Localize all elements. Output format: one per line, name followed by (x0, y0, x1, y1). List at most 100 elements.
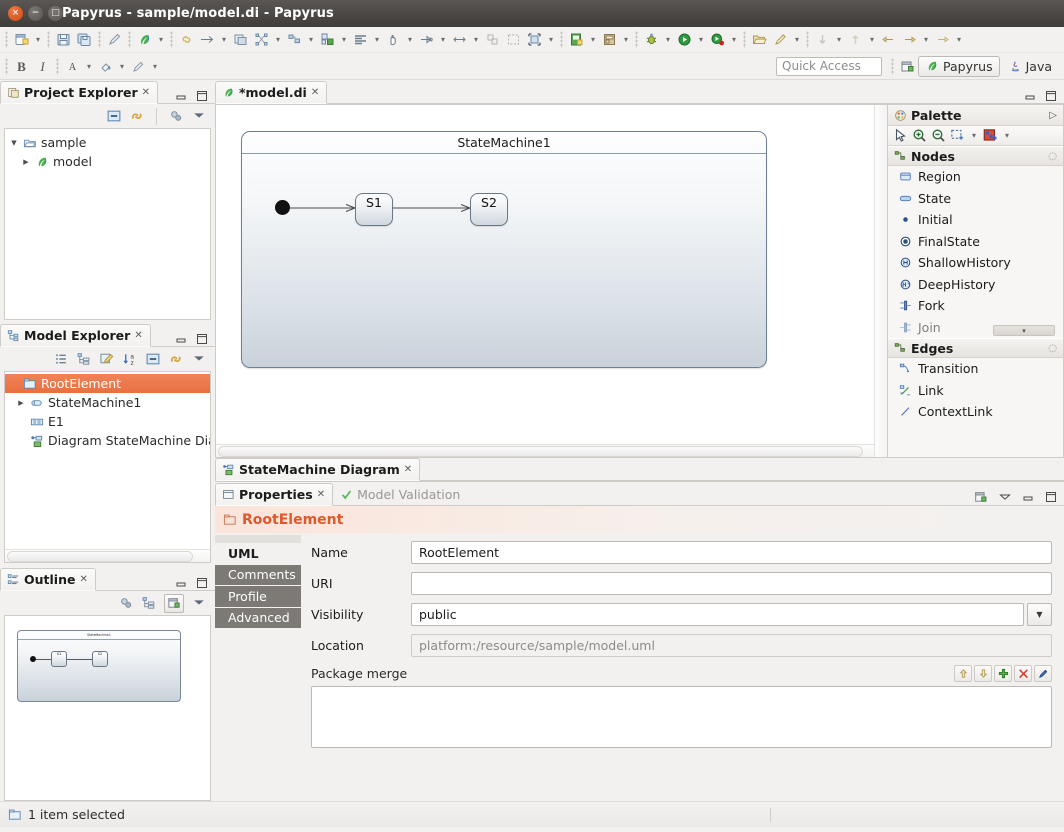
align-shapes-icon[interactable] (284, 29, 305, 50)
palette-item-contextlink[interactable]: ContextLink (888, 401, 1063, 423)
bold-icon[interactable]: B (11, 56, 32, 77)
arrange-dropdown-icon[interactable]: ▾ (272, 29, 284, 50)
maximize-icon[interactable] (196, 90, 208, 102)
uri-input[interactable] (411, 572, 1052, 595)
fit-to-window-icon[interactable] (524, 29, 545, 50)
new-dropdown-icon[interactable]: ▾ (32, 29, 44, 50)
close-icon[interactable]: ✕ (404, 464, 412, 475)
filters-icon[interactable] (168, 108, 184, 124)
align-left-dropdown-icon[interactable]: ▾ (371, 29, 383, 50)
palette-item-region[interactable]: Region (888, 166, 1063, 188)
maximize-icon[interactable] (196, 577, 208, 589)
resize-horizontal-icon[interactable] (449, 29, 470, 50)
zoom-in-tool-icon[interactable] (911, 127, 928, 144)
add-button[interactable] (994, 665, 1012, 682)
palette-item-shallowhistory[interactable]: ShallowHistory (888, 252, 1063, 274)
new-class-dropdown-icon[interactable]: ▾ (587, 29, 599, 50)
tab-statemachine-diagram[interactable]: StateMachine Diagram ✕ (215, 458, 421, 481)
tree-item-sample[interactable]: ▼ sample (5, 133, 210, 152)
minimize-window-button[interactable]: − (28, 6, 43, 21)
view-menu-icon[interactable] (191, 595, 207, 611)
palette-item-finalstate[interactable]: FinalState (888, 231, 1063, 253)
minimize-icon[interactable] (175, 333, 187, 345)
route-dropdown-icon[interactable]: ▾ (437, 29, 449, 50)
back-arrow-icon[interactable] (878, 29, 899, 50)
chevron-down-icon[interactable]: ▼ (9, 139, 19, 147)
profile-run-icon[interactable] (707, 29, 728, 50)
palette-item-deephistory[interactable]: * DeepHistory (888, 274, 1063, 296)
snap-icon[interactable] (482, 29, 503, 50)
forward-history-dropdown-icon[interactable]: ▾ (920, 29, 932, 50)
forward-arrow-icon[interactable] (932, 29, 953, 50)
tab-model-validation[interactable]: Model Validation (333, 483, 468, 506)
marquee-tool-icon[interactable] (949, 127, 966, 144)
minimize-icon[interactable] (175, 577, 187, 589)
quick-access-input[interactable]: Quick Access (776, 56, 883, 76)
edit-model-icon[interactable] (99, 351, 115, 367)
align-dropdown-icon[interactable]: ▾ (305, 29, 317, 50)
line-color-icon[interactable] (128, 56, 149, 77)
move-up-button[interactable] (954, 665, 972, 682)
maximize-window-button[interactable]: □ (48, 6, 63, 21)
arrow-dropdown-icon[interactable]: ▾ (218, 29, 230, 50)
minimize-icon[interactable] (175, 90, 187, 102)
statemachine-frame[interactable]: StateMachine1 S1 S2 (241, 131, 767, 368)
resize-dropdown-icon[interactable]: ▾ (470, 29, 482, 50)
papyrus-icon[interactable] (134, 29, 155, 50)
outline-tree-mode-icon[interactable] (141, 595, 157, 611)
zoom-out-tool-icon[interactable] (930, 127, 947, 144)
palette-item-transition[interactable]: Transition (888, 358, 1063, 380)
canvas-vscrollbar[interactable] (874, 105, 887, 457)
run-icon[interactable] (674, 29, 695, 50)
select-area-icon[interactable] (503, 29, 524, 50)
view-menu-icon[interactable] (191, 351, 207, 367)
chevron-right-icon[interactable]: ▶ (16, 399, 26, 407)
perspective-java[interactable]: Java (1002, 56, 1058, 77)
new-java-class-icon[interactable] (566, 29, 587, 50)
maximize-icon[interactable] (196, 333, 208, 345)
close-icon[interactable]: ✕ (142, 87, 150, 98)
close-icon[interactable]: ✕ (311, 87, 319, 98)
diagram-canvas[interactable]: StateMachine1 S1 S2 (215, 104, 888, 458)
palette-group-nodes[interactable]: Nodes ◌ (888, 146, 1063, 166)
canvas-hscrollbar[interactable] (216, 444, 874, 457)
pan-dropdown-icon[interactable]: ▾ (404, 29, 416, 50)
expand-tree-icon[interactable] (76, 351, 92, 367)
state-s1[interactable]: S1 (355, 193, 393, 226)
properties-tab-uml[interactable]: UML (215, 543, 301, 565)
outline-thumbnail-mode-button[interactable] (164, 593, 184, 613)
outline-thumbnail[interactable]: StateMachine1 S1 S2 (17, 630, 181, 702)
italic-icon[interactable]: I (32, 56, 53, 77)
layers-icon[interactable] (230, 29, 251, 50)
next-annotation-dropdown-icon[interactable]: ▾ (866, 29, 878, 50)
new-package-dropdown-icon[interactable]: ▾ (620, 29, 632, 50)
visibility-dropdown-button[interactable]: ▼ (1027, 603, 1052, 626)
delete-button[interactable] (1014, 665, 1032, 682)
maximize-icon[interactable] (1045, 90, 1057, 102)
next-annotation-icon[interactable] (845, 29, 866, 50)
move-down-button[interactable] (974, 665, 992, 682)
palette-item-fork[interactable]: Fork (888, 295, 1063, 317)
initial-pseudostate[interactable] (275, 200, 290, 215)
scrollbar-thumb[interactable] (218, 446, 863, 457)
route-icon[interactable] (416, 29, 437, 50)
filters-icon[interactable] (118, 595, 134, 611)
tab-outline[interactable]: Outline ✕ (0, 568, 96, 591)
minimize-icon[interactable] (1024, 90, 1036, 102)
close-icon[interactable]: ✕ (134, 330, 142, 341)
collapse-all-icon[interactable] (145, 351, 161, 367)
fill-color-dropdown-icon[interactable]: ▾ (116, 56, 128, 77)
link-chain-icon[interactable] (176, 29, 197, 50)
debug-icon[interactable] (641, 29, 662, 50)
palette-group-edges[interactable]: Edges ◌ (888, 338, 1063, 358)
align-left-icon[interactable] (350, 29, 371, 50)
search-dropdown-icon[interactable]: ▾ (791, 29, 803, 50)
edit-pencil-icon[interactable] (104, 29, 125, 50)
new-package-icon[interactable] (599, 29, 620, 50)
search-icon[interactable] (770, 29, 791, 50)
pan-hand-icon[interactable] (383, 29, 404, 50)
palette-item-initial[interactable]: Initial (888, 209, 1063, 231)
run-dropdown-icon[interactable]: ▾ (695, 29, 707, 50)
state-s2[interactable]: S2 (470, 193, 508, 226)
font-color-icon[interactable]: A (62, 56, 83, 77)
